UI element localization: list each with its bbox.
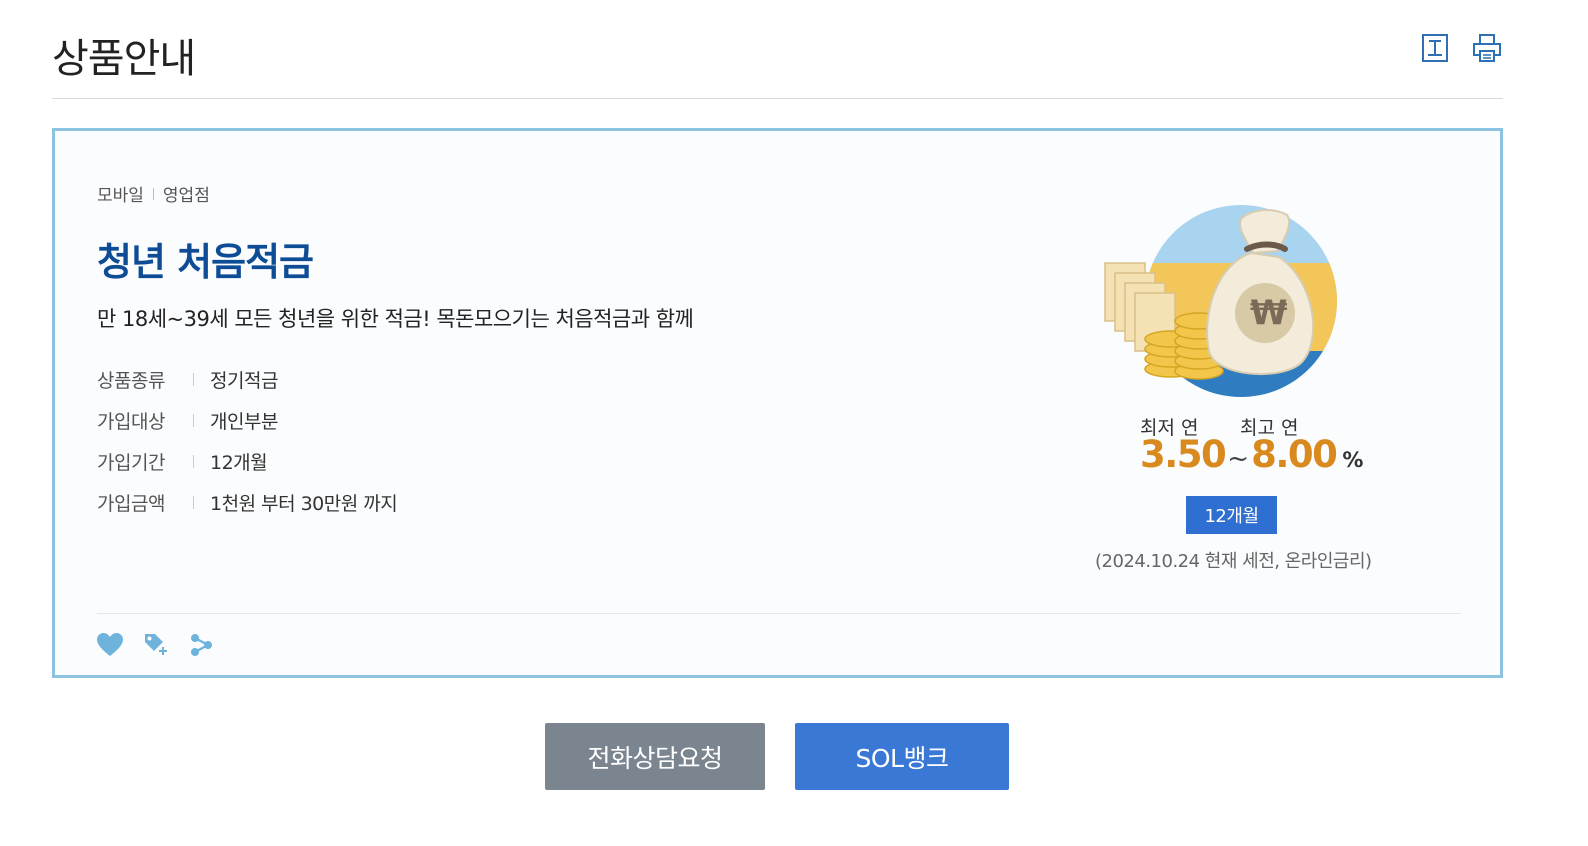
- info-row-amount: 가입금액 1천원 부터 30만원 까지: [97, 482, 398, 523]
- text-size-icon[interactable]: [1420, 32, 1450, 64]
- product-info-list: 상품종류 정기적금 가입대상 개인부분 가입기간 12개월 가입금액 1천원 부…: [97, 359, 398, 523]
- won-symbol: ₩: [1250, 293, 1288, 333]
- info-value: 정기적금: [210, 370, 278, 392]
- info-label: 가입금액: [97, 493, 165, 515]
- phone-consult-button[interactable]: 전화상담요청: [545, 723, 765, 790]
- channel-divider: [152, 187, 154, 200]
- top-toolbar: [1420, 32, 1502, 64]
- term-badge: 12개월: [1186, 496, 1277, 534]
- rate-note: (2024.10.24 현재 세전, 온라인금리): [1095, 551, 1372, 572]
- info-row-period: 가입기간 12개월: [97, 441, 397, 482]
- info-value: 1천원 부터 30만원 까지: [210, 493, 398, 515]
- page-title: 상품안내: [52, 36, 196, 82]
- info-value: 개인부분: [210, 411, 278, 433]
- info-row-type: 상품종류 정기적금: [97, 359, 397, 400]
- card-actions: [97, 631, 215, 659]
- share-icon[interactable]: [189, 631, 215, 659]
- tag-add-icon[interactable]: [143, 631, 169, 659]
- money-bag-illustration: ₩: [1101, 201, 1341, 401]
- card-divider: [97, 613, 1461, 614]
- sol-bank-button[interactable]: SOL뱅크: [795, 723, 1009, 790]
- title-divider: [52, 98, 1503, 99]
- print-icon[interactable]: [1472, 32, 1502, 64]
- channel-mobile: 모바일: [97, 186, 144, 206]
- channel-list: 모바일 영업점: [97, 181, 210, 206]
- info-divider: [193, 455, 194, 468]
- min-rate-value: 3.50: [1140, 433, 1227, 476]
- heart-icon[interactable]: [97, 631, 123, 659]
- channel-branch: 영업점: [162, 186, 210, 206]
- product-name[interactable]: 청년 처음적금: [97, 231, 314, 286]
- rate-unit: %: [1342, 448, 1364, 472]
- info-divider: [193, 414, 194, 427]
- rate-values: 3.50 ~ 8.00 %: [1140, 433, 1363, 476]
- info-divider: [193, 496, 194, 509]
- info-divider: [193, 373, 194, 386]
- product-card: 모바일 영업점 청년 처음적금 만 18세~39세 모든 청년을 위한 적금! …: [52, 128, 1503, 678]
- max-rate-value: 8.00: [1251, 433, 1338, 476]
- product-description: 만 18세~39세 모든 청년을 위한 적금! 목돈모으기는 처음적금과 함께: [97, 307, 694, 331]
- info-label: 상품종류: [97, 370, 165, 392]
- info-label: 가입대상: [97, 411, 165, 433]
- info-value: 12개월: [210, 452, 268, 474]
- info-label: 가입기간: [97, 452, 165, 474]
- rate-tilde: ~: [1227, 444, 1250, 474]
- info-row-target: 가입대상 개인부분: [97, 400, 397, 441]
